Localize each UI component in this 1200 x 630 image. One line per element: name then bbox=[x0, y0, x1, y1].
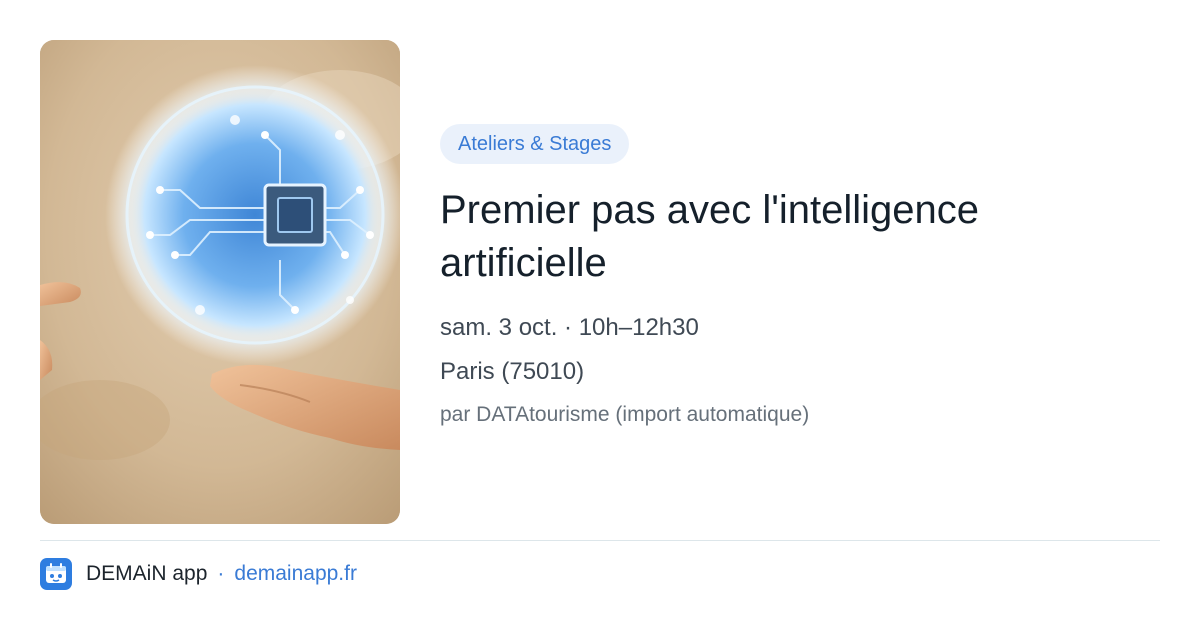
app-name: DEMAiN app bbox=[86, 562, 208, 585]
event-title[interactable]: Premier pas avec l'intelligence artifici… bbox=[440, 184, 1140, 290]
event-date-time: sam. 3 oct. · 10h–12h30 bbox=[440, 314, 699, 341]
ai-chip-orb-illustration bbox=[40, 40, 400, 524]
event-image bbox=[40, 40, 400, 524]
demain-app-logo-icon bbox=[40, 558, 72, 590]
category-badge[interactable]: Ateliers & Stages bbox=[440, 124, 630, 164]
app-domain-link[interactable]: demainapp.fr bbox=[234, 562, 357, 586]
footer-separator: · bbox=[217, 562, 225, 585]
event-location: Paris (75010) bbox=[440, 358, 585, 385]
footer: DEMAiN app · demainapp.fr bbox=[40, 558, 357, 590]
footer-divider bbox=[40, 540, 1160, 541]
event-source: par DATAtourisme (import automatique) bbox=[440, 403, 810, 426]
